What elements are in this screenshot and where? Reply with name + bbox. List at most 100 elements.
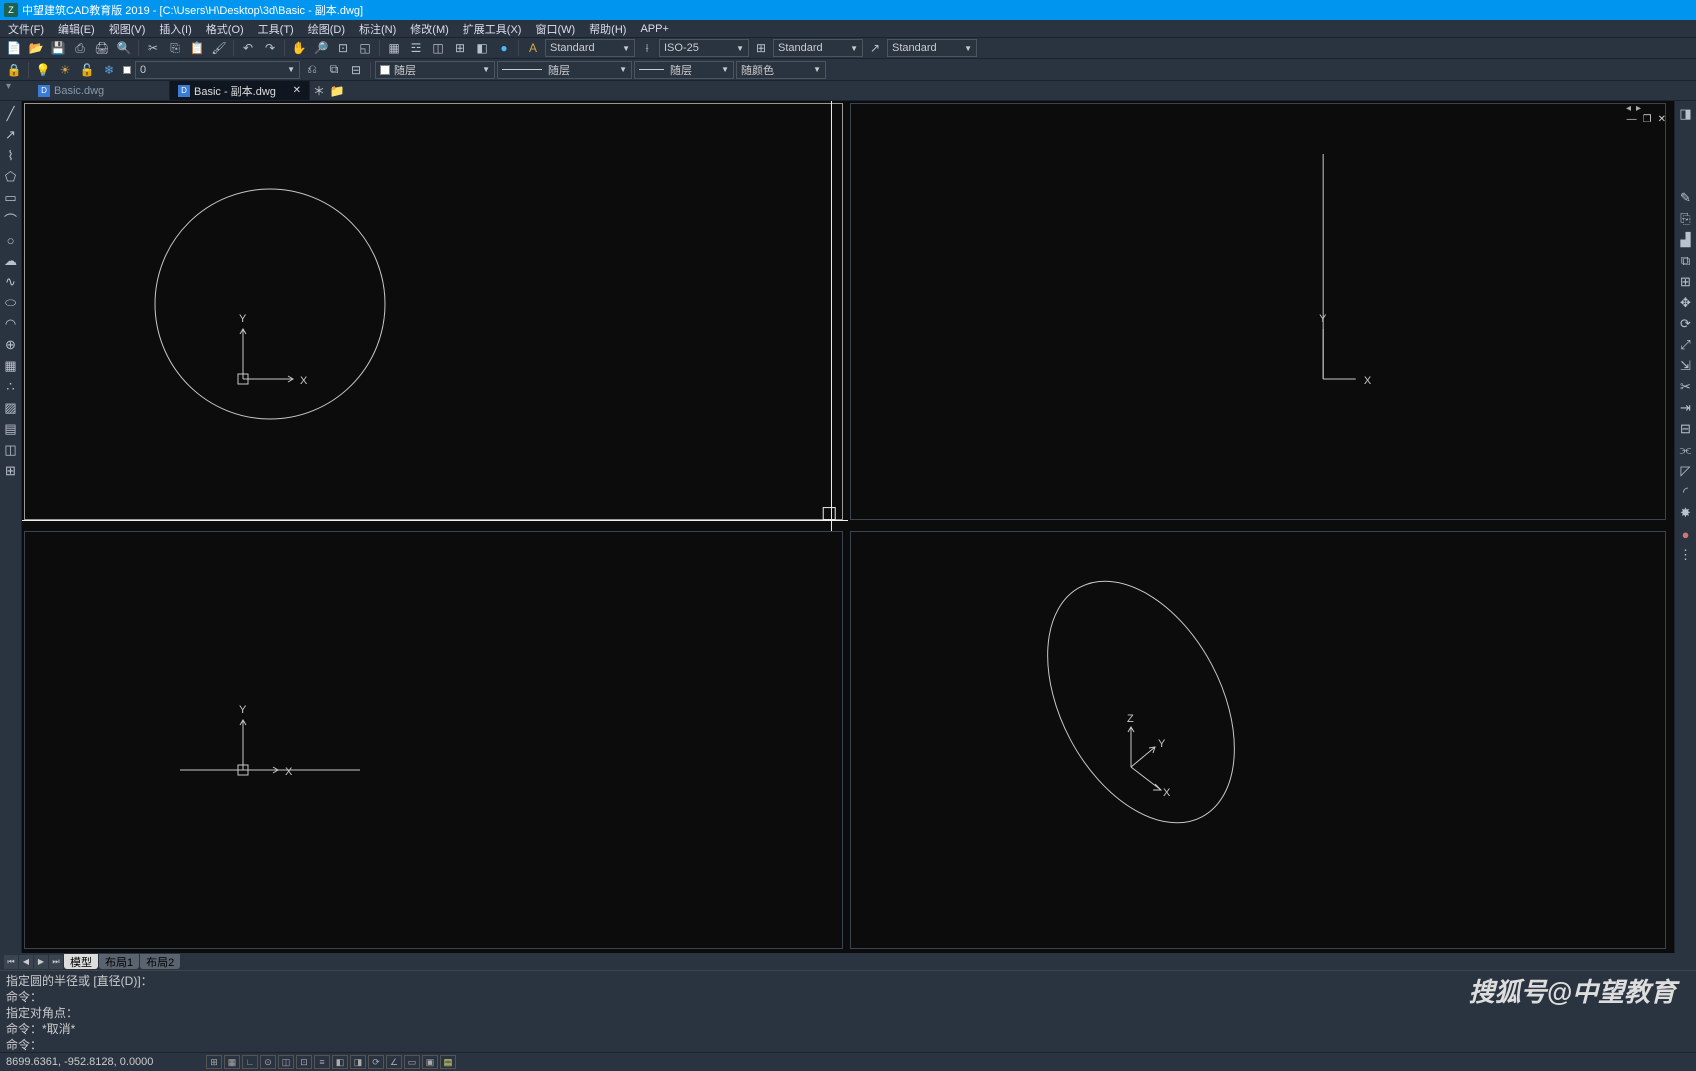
polygon-tool[interactable]: ⬠ (2, 168, 20, 186)
linetype-combo[interactable]: 随层▼ (497, 61, 632, 79)
line-tool[interactable]: ╱ (2, 105, 20, 123)
paste-button[interactable]: 📋 (187, 39, 207, 57)
layer-iso-button[interactable]: ⊟ (346, 61, 366, 79)
stretch-tool[interactable]: ⇲ (1677, 357, 1695, 375)
explode-tool[interactable]: ✸ (1677, 504, 1695, 522)
erase-tool[interactable]: ✎ (1677, 189, 1695, 207)
save-button[interactable]: 💾 (48, 39, 68, 57)
undo-button[interactable]: ↶ (238, 39, 258, 57)
menu-file[interactable]: 文件(F) (8, 21, 44, 37)
cut-button[interactable]: ✂ (143, 39, 163, 57)
render-button[interactable]: ● (494, 39, 514, 57)
viewport-top-left[interactable]: X Y (24, 103, 843, 520)
block-tool[interactable]: ▦ (2, 357, 20, 375)
prev-button[interactable]: ◀ (19, 955, 33, 969)
arc-tool[interactable]: ⌒ (2, 210, 20, 228)
menu-draw[interactable]: 绘图(D) (308, 21, 345, 37)
zoomprev-button[interactable]: ◱ (355, 39, 375, 57)
osnap-toggle[interactable]: ◫ (278, 1055, 294, 1069)
open-tab-button[interactable]: 📁 (328, 81, 346, 100)
grid-toggle[interactable]: ▦ (224, 1055, 240, 1069)
viewport-bottom-left[interactable]: X Y (24, 531, 843, 948)
dc-button[interactable]: ◧ (472, 39, 492, 57)
new-button[interactable]: 📄 (4, 39, 24, 57)
tab-basic-copy[interactable]: D Basic - 副本.dwg ✕ (170, 81, 310, 100)
ann-toggle[interactable]: ▣ (422, 1055, 438, 1069)
next-button[interactable]: ▶ (34, 955, 48, 969)
table-tool[interactable]: ⊞ (2, 462, 20, 480)
tablestyle-icon[interactable]: ⊞ (751, 39, 771, 57)
zoom-button[interactable]: 🔎 (311, 39, 331, 57)
pan-button[interactable]: ✋ (289, 39, 309, 57)
ducs-toggle[interactable]: ∠ (386, 1055, 402, 1069)
command-window[interactable]: 指定圆的半径或 [直径(D)]： 命令： 指定对角点： 命令：*取消* 命令： (0, 970, 1696, 1052)
layer-combo[interactable]: 0▼ (135, 61, 300, 79)
trim-tool[interactable]: ✂ (1677, 378, 1695, 396)
print-button[interactable]: 🖨 (92, 39, 112, 57)
dimstyle-combo[interactable]: ISO-25▼ (659, 39, 749, 57)
extend-tool[interactable]: ⇥ (1677, 399, 1695, 417)
scale-tool[interactable]: ⤢ (1677, 336, 1695, 354)
menu-tools[interactable]: 工具(T) (258, 21, 294, 37)
menu-app[interactable]: APP+ (640, 23, 668, 35)
sun-icon[interactable]: ☀ (55, 61, 75, 79)
insert-tool[interactable]: ⊕ (2, 336, 20, 354)
tab-prev-button[interactable]: ▾ (6, 81, 11, 92)
ellipse-tool[interactable]: ⬭ (2, 294, 20, 312)
textstyle-icon[interactable]: A (523, 39, 543, 57)
layout2-tab[interactable]: 布局2 (140, 954, 180, 969)
menu-view[interactable]: 视图(V) (109, 21, 146, 37)
preview-button[interactable]: 🔍 (114, 39, 134, 57)
mirror-tool[interactable]: ▟ (1677, 231, 1695, 249)
match-button[interactable]: 🖌 (209, 39, 229, 57)
offset-tool[interactable]: ⧉ (1677, 252, 1695, 270)
block-button[interactable]: ◫ (428, 39, 448, 57)
sphere-tool[interactable]: ● (1677, 525, 1695, 543)
menu-help[interactable]: 帮助(H) (589, 21, 626, 37)
array-tool[interactable]: ⊞ (1677, 273, 1695, 291)
lock-icon[interactable]: 🔓 (77, 61, 97, 79)
new-tab-button[interactable]: ＊ (310, 81, 328, 100)
cloud-tool[interactable]: ☁ (2, 252, 20, 270)
first-button[interactable]: ⏮ (4, 955, 18, 969)
lineweight-combo[interactable]: 随层▼ (634, 61, 734, 79)
redo-button[interactable]: ↷ (260, 39, 280, 57)
saveall-button[interactable]: ⎙ (70, 39, 90, 57)
viewport-area[interactable]: ◂ ▸ — ❐ ✕ X Y (22, 101, 1674, 953)
max-toggle[interactable]: ▤ (440, 1055, 456, 1069)
menu-window[interactable]: 窗口(W) (535, 21, 575, 37)
mleaderstyle-icon[interactable]: ↗ (865, 39, 885, 57)
snap-toggle[interactable]: ⊞ (206, 1055, 222, 1069)
cycle-toggle[interactable]: ⟳ (368, 1055, 384, 1069)
copy-tool[interactable]: ⎘ (1677, 210, 1695, 228)
tablestyle-combo[interactable]: Standard▼ (773, 39, 863, 57)
menu-insert[interactable]: 插入(I) (159, 21, 191, 37)
menu-modify[interactable]: 修改(M) (410, 21, 449, 37)
ray-tool[interactable]: ↗ (2, 126, 20, 144)
close-icon[interactable]: ✕ (293, 85, 301, 96)
dyn-toggle[interactable]: ◧ (332, 1055, 348, 1069)
menu-format[interactable]: 格式(O) (206, 21, 244, 37)
rect-tool[interactable]: ▭ (2, 189, 20, 207)
layermgr-button[interactable]: 🔒 (4, 61, 24, 79)
rotate-tool[interactable]: ⟳ (1677, 315, 1695, 333)
textstyle-combo[interactable]: Standard▼ (545, 39, 635, 57)
color-combo[interactable]: 随层▼ (375, 61, 495, 79)
mleaderstyle-combo[interactable]: Standard▼ (887, 39, 977, 57)
ortho-toggle[interactable]: ∟ (242, 1055, 258, 1069)
pline-tool[interactable]: ⌇ (2, 147, 20, 165)
lwt-toggle[interactable]: ≡ (314, 1055, 330, 1069)
layers-button[interactable]: ▦ (384, 39, 404, 57)
hatch-tool[interactable]: ▨ (2, 399, 20, 417)
bulb-icon[interactable]: 💡 (33, 61, 53, 79)
open-button[interactable]: 📂 (26, 39, 46, 57)
menu-edit[interactable]: 编辑(E) (58, 21, 95, 37)
freeze-icon[interactable]: ❄ (99, 61, 119, 79)
last-button[interactable]: ⏭ (49, 955, 63, 969)
layer-state-button[interactable]: ⧉ (324, 61, 344, 79)
gradient-tool[interactable]: ▤ (2, 420, 20, 438)
copy-button[interactable]: ⎘ (165, 39, 185, 57)
plotstyle-combo[interactable]: 随颜色▼ (736, 61, 826, 79)
chamfer-tool[interactable]: ◸ (1677, 462, 1695, 480)
model-tab[interactable]: 模型 (64, 954, 98, 969)
